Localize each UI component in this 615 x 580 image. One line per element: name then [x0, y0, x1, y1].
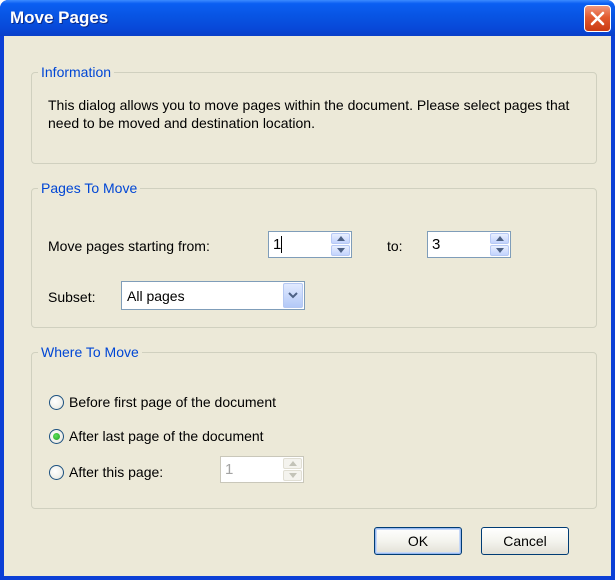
radio-before-first-page[interactable]: [49, 395, 64, 410]
start-page-up-button[interactable]: [331, 233, 350, 244]
end-page-down-button[interactable]: [490, 245, 509, 256]
end-page-label: to:: [387, 238, 403, 254]
start-page-spinner[interactable]: 1: [268, 231, 352, 258]
subset-value: All pages: [127, 288, 185, 304]
start-page-label: Move pages starting from:: [48, 238, 210, 254]
after-page-up-button: [283, 458, 302, 469]
subset-dropdown-button[interactable]: [283, 283, 303, 308]
where-to-move-legend: Where To Move: [41, 344, 139, 360]
pages-to-move-group: Pages To Move Move pages starting from: …: [31, 180, 597, 328]
arrow-up-icon: [288, 461, 297, 466]
subset-label: Subset:: [48, 289, 96, 305]
ok-button[interactable]: OK: [374, 527, 462, 555]
arrow-up-icon: [495, 236, 504, 241]
information-text: This dialog allows you to move pages wit…: [48, 97, 570, 131]
dialog-body: Information This dialog allows you to mo…: [4, 36, 611, 576]
radio-after-last-page[interactable]: [49, 429, 64, 444]
end-page-value[interactable]: 3: [432, 236, 440, 253]
radio-selected-dot: [53, 433, 60, 440]
arrow-down-icon: [336, 248, 345, 253]
arrow-down-icon: [495, 248, 504, 253]
move-pages-dialog: Move Pages Information This dialog allow…: [0, 0, 615, 580]
before-first-page-label[interactable]: Before first page of the document: [69, 394, 276, 410]
radio-after-this-page[interactable]: [49, 465, 64, 480]
close-icon: [590, 11, 605, 26]
after-page-spinner: 1: [220, 456, 304, 483]
dialog-title: Move Pages: [10, 8, 109, 27]
start-page-down-button[interactable]: [331, 245, 350, 256]
window-frame-bottom: [0, 576, 615, 580]
end-page-spinner[interactable]: 3: [427, 231, 511, 258]
pages-to-move-legend: Pages To Move: [41, 180, 138, 196]
information-group: Information This dialog allows you to mo…: [31, 64, 597, 164]
after-page-down-button: [283, 470, 302, 481]
after-this-page-label[interactable]: After this page:: [69, 464, 163, 480]
subset-dropdown[interactable]: All pages: [121, 281, 305, 310]
after-last-page-label[interactable]: After last page of the document: [69, 428, 264, 444]
cancel-button[interactable]: Cancel: [481, 527, 569, 555]
end-page-up-button[interactable]: [490, 233, 509, 244]
information-legend: Information: [41, 64, 112, 80]
close-button[interactable]: [584, 5, 611, 32]
arrow-up-icon: [336, 236, 345, 241]
arrow-down-icon: [288, 473, 297, 478]
text-caret: [281, 236, 282, 253]
where-to-move-group: Where To Move Before first page of the d…: [31, 344, 597, 509]
title-bar[interactable]: Move Pages: [0, 0, 615, 36]
after-page-value: 1: [225, 461, 234, 478]
chevron-down-icon: [288, 292, 298, 299]
